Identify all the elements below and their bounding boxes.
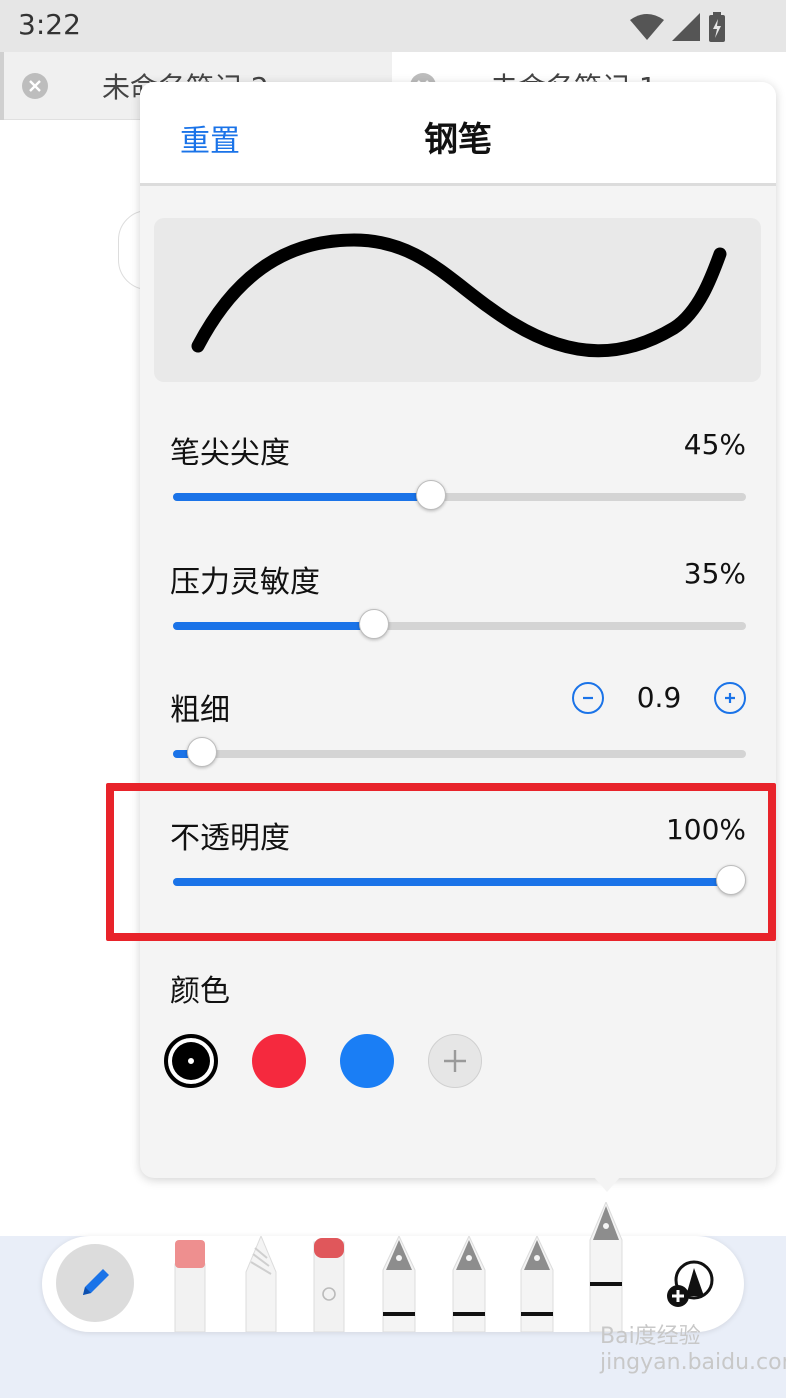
status-bar: 3:22	[0, 0, 786, 52]
color-swatch-blue[interactable]	[340, 1034, 394, 1088]
add-color-button[interactable]	[428, 1034, 482, 1088]
pressure-sensitivity-value: 35%	[683, 557, 746, 590]
decrease-button[interactable]	[572, 681, 604, 714]
thickness-slider[interactable]	[173, 737, 746, 767]
thickness-row: 粗细 0.9	[170, 681, 746, 767]
popover-pointer	[593, 1176, 621, 1192]
pen-icon	[83, 1269, 109, 1295]
pencil-icon[interactable]	[245, 1236, 277, 1332]
slider-fill	[173, 622, 374, 630]
color-swatch-red[interactable]	[252, 1034, 306, 1088]
status-time: 3:22	[18, 8, 81, 41]
marker-icon[interactable]	[313, 1236, 345, 1332]
stroke-preview-curve	[191, 233, 727, 358]
color-swatch-black[interactable]	[164, 1034, 218, 1088]
plus-icon	[444, 1050, 466, 1072]
tip-sharpness-value: 45%	[683, 428, 746, 461]
close-icon[interactable]	[22, 73, 48, 99]
pressure-sensitivity-row: 压力灵敏度 35%	[170, 557, 746, 639]
thickness-stepper: 0.9	[572, 681, 746, 714]
eraser-icon[interactable]	[174, 1238, 206, 1332]
panel-header: 重置 钢笔	[140, 82, 776, 186]
fountain-pen-icon[interactable]	[382, 1236, 416, 1332]
tip-sharpness-slider[interactable]	[173, 480, 746, 510]
watermark-text: Bai度经验 jingyan.baidu.com	[600, 1324, 786, 1375]
pen-settings-panel: 重置 钢笔 笔尖尖度 45% 压力灵敏度 35% 粗细 0.9 不透明度 100…	[140, 82, 776, 1178]
fountain-pen-icon-selected[interactable]	[589, 1202, 623, 1332]
wifi-icon	[630, 14, 664, 40]
stroke-preview	[154, 218, 761, 382]
tip-sharpness-row: 笔尖尖度 45%	[170, 428, 746, 510]
pressure-sensitivity-slider[interactable]	[173, 609, 746, 639]
fountain-pen-icon[interactable]	[452, 1236, 486, 1332]
opacity-highlight-box	[106, 783, 776, 941]
shapes-add-icon[interactable]	[664, 1258, 716, 1310]
slider-thumb[interactable]	[186, 737, 217, 767]
thickness-value: 0.9	[636, 681, 682, 714]
slider-thumb[interactable]	[415, 480, 446, 510]
status-icons	[630, 12, 726, 42]
battery-charging-icon	[709, 12, 725, 42]
colors-label: 颜色	[170, 974, 230, 1009]
thickness-label: 粗细	[170, 693, 230, 728]
tip-sharpness-label: 笔尖尖度	[170, 436, 290, 471]
slider-thumb[interactable]	[358, 609, 389, 639]
pressure-sensitivity-label: 压力灵敏度	[170, 565, 320, 600]
signal-icon	[672, 13, 700, 41]
pen-tool-button[interactable]	[56, 1244, 134, 1322]
fountain-pen-icon[interactable]	[520, 1236, 554, 1332]
color-swatches	[164, 1034, 482, 1088]
slider-fill	[173, 493, 431, 501]
panel-title: 钢笔	[424, 120, 492, 160]
increase-button[interactable]	[714, 681, 746, 714]
